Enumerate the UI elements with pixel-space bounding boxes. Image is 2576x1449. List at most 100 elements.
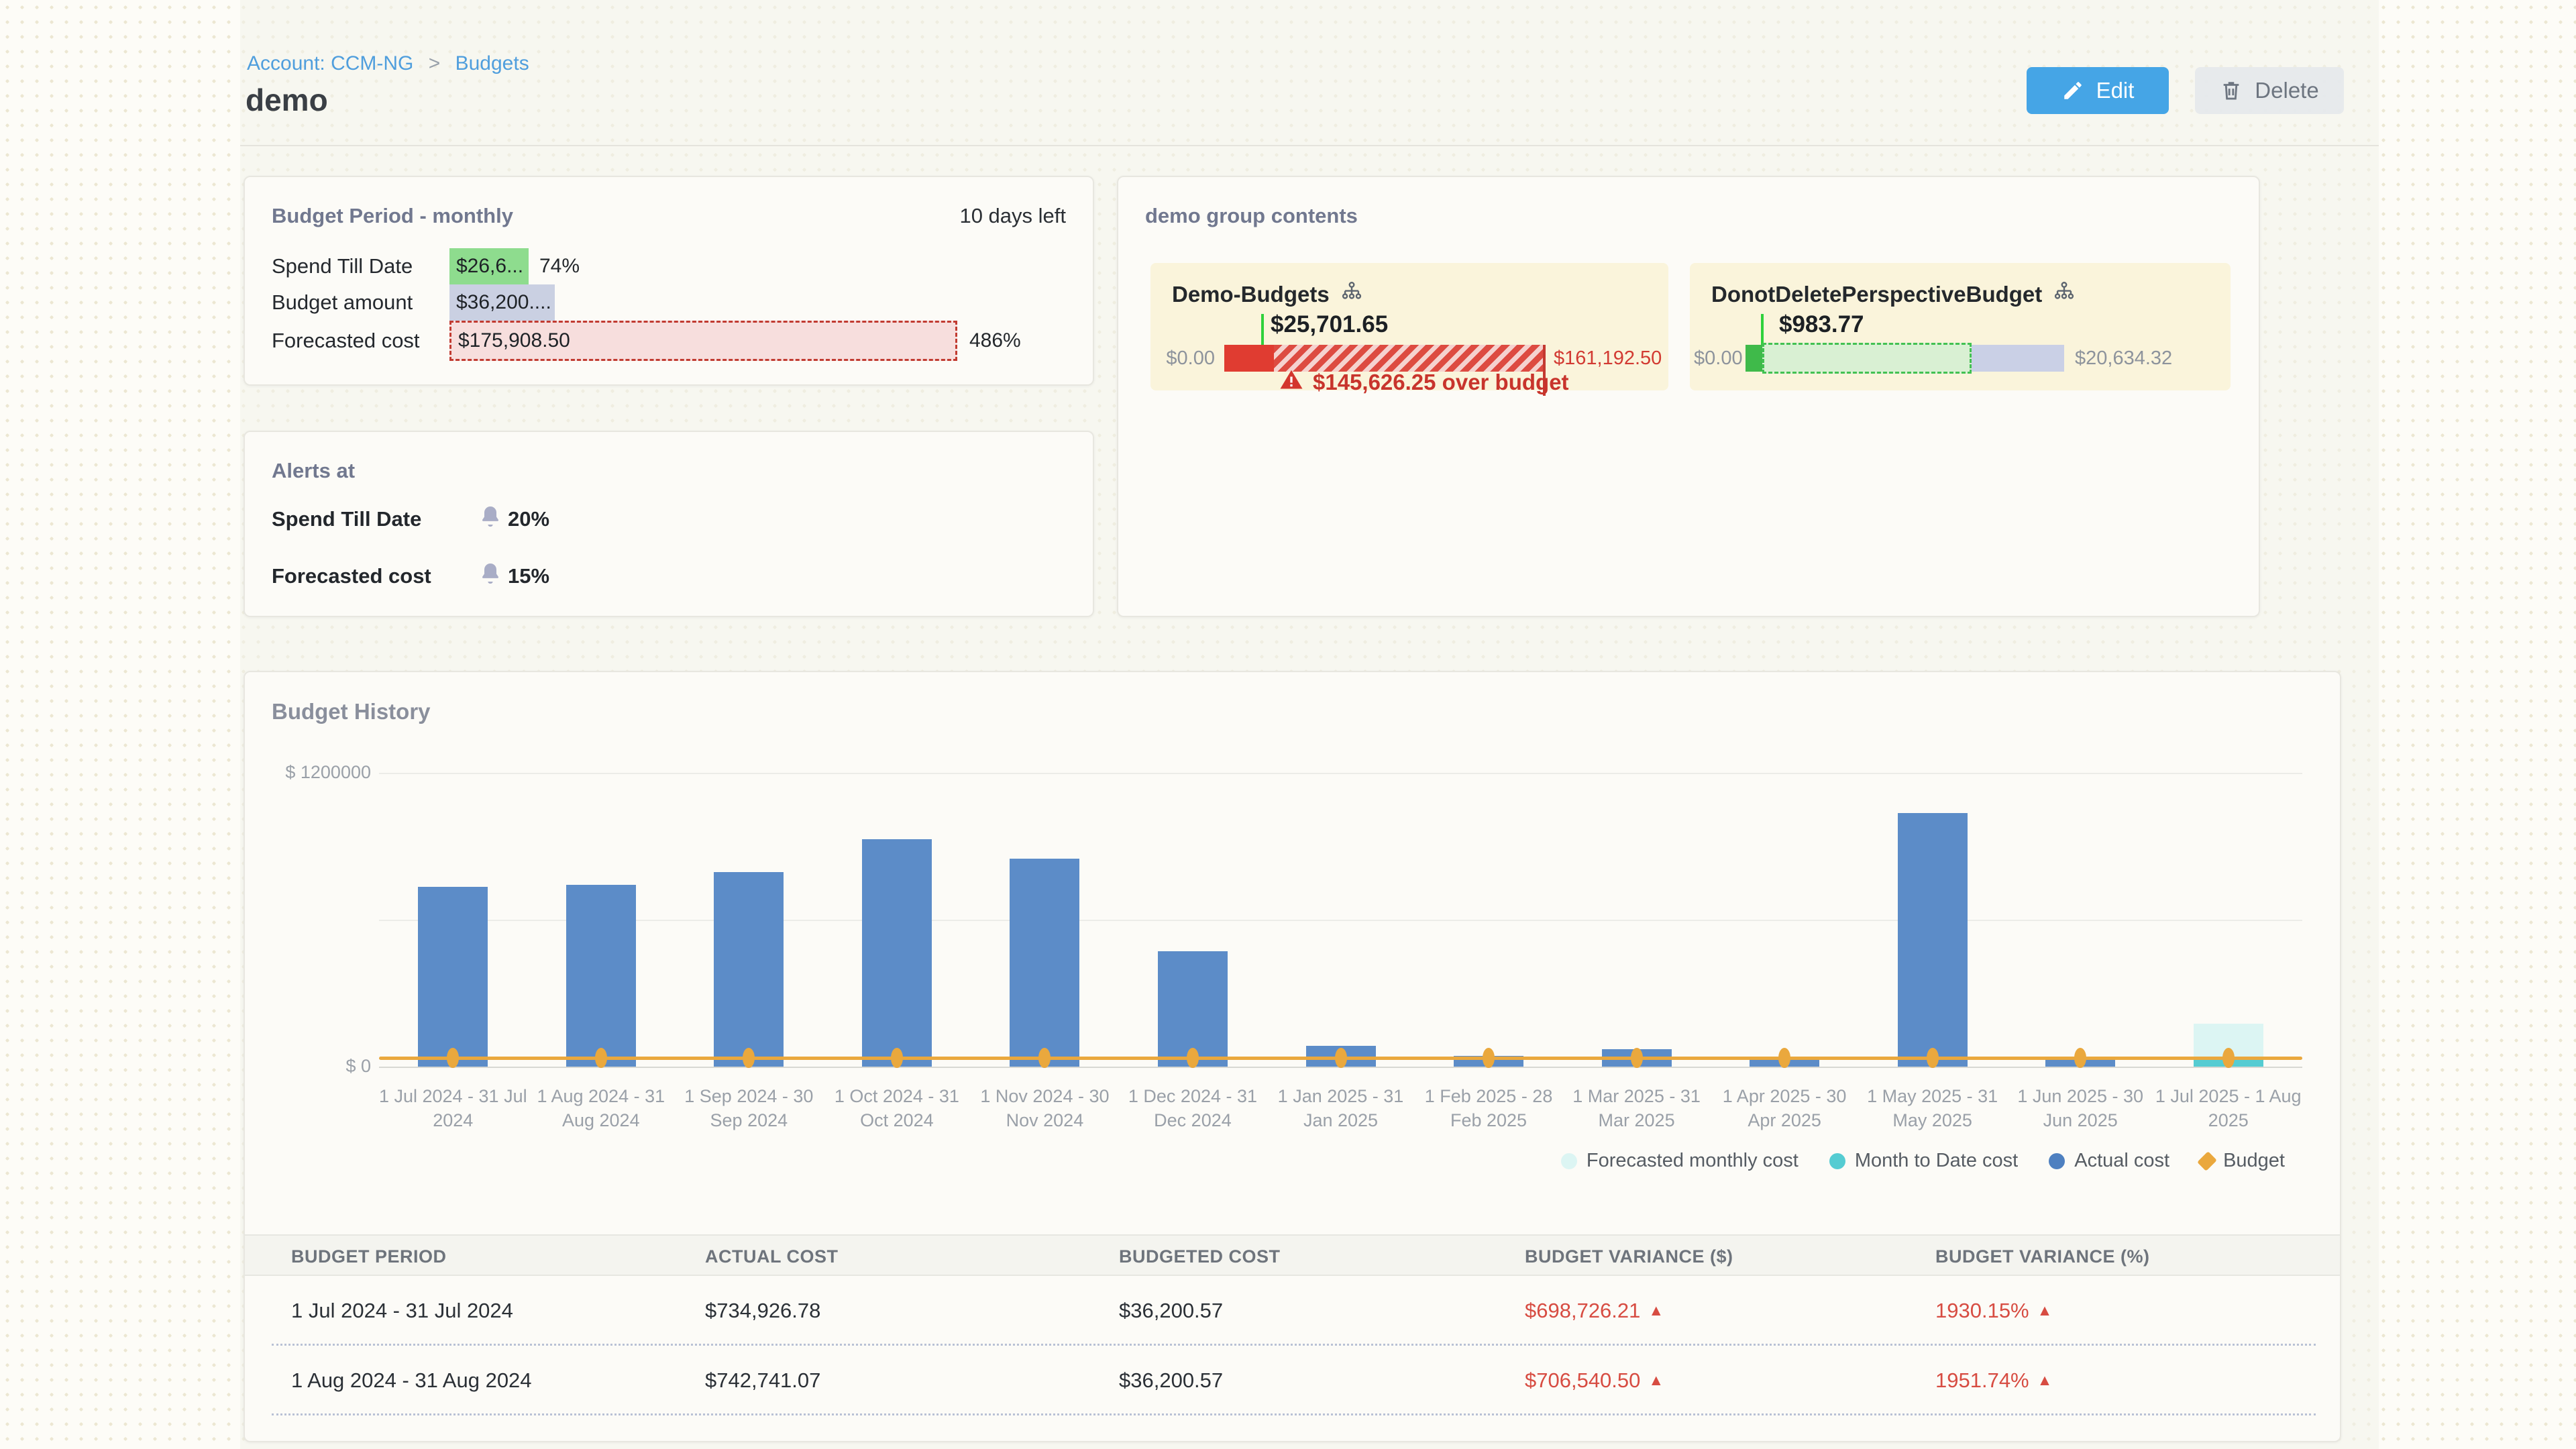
chevron-right-icon: > xyxy=(429,52,441,74)
budget-marker[interactable] xyxy=(1778,1048,1790,1068)
budget-marker[interactable] xyxy=(2222,1048,2235,1068)
table-row: 1 Aug 2024 - 31 Aug 2024$742,741.07$36,2… xyxy=(272,1346,2316,1415)
x-axis-label: 1 Jan 2025 - 31 Jan 2025 xyxy=(1267,1084,1415,1132)
legend-label: Forecasted monthly cost xyxy=(1587,1150,1799,1172)
breadcrumb-account-link[interactable]: Account: CCM-NG xyxy=(247,52,413,74)
header-divider xyxy=(240,145,2379,146)
budget-history-card: Budget History $ 1200000$ 01 Jul 2024 - … xyxy=(244,671,2341,1442)
budget-card-donotdelete[interactable]: DonotDeletePerspectiveBudget $983.77 $0.… xyxy=(1690,263,2231,390)
alerts-card-title: Alerts at xyxy=(272,459,355,483)
actual-cost-bar[interactable] xyxy=(1898,813,1968,1067)
group-contents-card: demo group contents Demo-Budgets $25,701… xyxy=(1117,176,2260,617)
legend-item-budget[interactable]: Budget xyxy=(2200,1150,2285,1172)
spend-till-date-percent: 74% xyxy=(539,248,580,284)
y-axis-tick-label: $ 0 xyxy=(250,1056,371,1077)
legend-dot-icon xyxy=(2049,1153,2065,1169)
budget-marker[interactable] xyxy=(595,1048,607,1068)
delete-button[interactable]: Delete xyxy=(2195,67,2344,114)
forecast-segment xyxy=(1762,343,1972,374)
x-axis-label: 1 Jun 2025 - 30 Jun 2025 xyxy=(2006,1084,2155,1132)
legend-label: Actual cost xyxy=(2074,1150,2169,1172)
org-hierarchy-icon xyxy=(2053,280,2076,309)
bell-icon xyxy=(478,504,502,532)
current-spend-amount: $983.77 xyxy=(1779,311,1864,338)
budget-marker[interactable] xyxy=(1187,1048,1199,1068)
cell-period: 1 Aug 2024 - 31 Aug 2024 xyxy=(291,1346,532,1415)
x-axis-label: 1 Jul 2024 - 31 Jul 2024 xyxy=(378,1084,527,1132)
bar-min-label: $0.00 xyxy=(1164,345,1215,372)
days-left-label: 10 days left xyxy=(959,204,1066,228)
budget-card-demo-budgets[interactable]: Demo-Budgets $25,701.65 $0.00 $161,192.5… xyxy=(1150,263,1668,390)
alert-forecast-value: 15% xyxy=(508,564,549,588)
legend-item-month-to-date-cost[interactable]: Month to Date cost xyxy=(1829,1150,2018,1172)
alert-forecast-label: Forecasted cost xyxy=(272,564,431,588)
budget-marker[interactable] xyxy=(1927,1048,1939,1068)
budget-marker[interactable] xyxy=(1631,1048,1643,1068)
overbudget-alert-text: $145,626.25 over budget xyxy=(1313,370,1569,395)
legend-label: Month to Date cost xyxy=(1855,1150,2018,1172)
gridline xyxy=(379,920,2302,921)
budget-history-chart: $ 1200000$ 01 Jul 2024 - 31 Jul 20241 Au… xyxy=(245,672,2341,1229)
bar-min-label: $0.00 xyxy=(1694,345,1739,372)
variance-up-icon: ▲ xyxy=(2037,1371,2053,1389)
actual-cost-bar[interactable] xyxy=(862,839,932,1067)
budget-marker[interactable] xyxy=(2074,1048,2086,1068)
budgets-page: Account: CCM-NG > Budgets demo Edit Dele… xyxy=(0,0,2576,1449)
x-axis-label: 1 Mar 2025 - 31 Mar 2025 xyxy=(1562,1084,1711,1132)
x-axis-label: 1 Aug 2024 - 31 Aug 2024 xyxy=(527,1084,676,1132)
budget-amount-bar: $36,200.... xyxy=(449,284,555,321)
budget-name: Demo-Budgets xyxy=(1172,282,1330,307)
cell-variance-usd: $706,540.50▲ xyxy=(1525,1346,1664,1417)
column-header-variance-pct: BUDGET VARIANCE (%) xyxy=(1935,1236,2150,1277)
column-header-actual-cost: ACTUAL COST xyxy=(705,1236,839,1277)
cell-actual-cost: $734,926.78 xyxy=(705,1276,820,1346)
cell-actual-cost: $742,741.07 xyxy=(705,1346,820,1415)
actual-cost-bar[interactable] xyxy=(1010,859,1079,1067)
cell-period: 1 Jul 2024 - 31 Jul 2024 xyxy=(291,1276,513,1346)
edit-button-label: Edit xyxy=(2096,78,2135,103)
variance-up-icon: ▲ xyxy=(1648,1301,1664,1319)
x-axis-label: 1 Sep 2024 - 30 Sep 2024 xyxy=(674,1084,823,1132)
column-header-variance-usd: BUDGET VARIANCE ($) xyxy=(1525,1236,1733,1277)
current-spend-amount: $25,701.65 xyxy=(1271,311,1388,338)
actual-cost-bar[interactable] xyxy=(418,887,488,1067)
page-title: demo xyxy=(246,82,328,118)
delete-button-label: Delete xyxy=(2255,78,2318,103)
x-axis-label: 1 May 2025 - 31 May 2025 xyxy=(1858,1084,2007,1132)
x-axis-label: 1 Dec 2024 - 31 Dec 2024 xyxy=(1118,1084,1267,1132)
edit-button[interactable]: Edit xyxy=(2027,67,2169,114)
spent-segment xyxy=(1224,345,1274,372)
cell-variance-usd: $698,726.21▲ xyxy=(1525,1276,1664,1347)
spend-till-date-label: Spend Till Date xyxy=(272,248,413,284)
budget-marker[interactable] xyxy=(1335,1048,1347,1068)
budget-marker[interactable] xyxy=(891,1048,903,1068)
breadcrumb-budgets-link[interactable]: Budgets xyxy=(455,52,529,74)
breadcrumb: Account: CCM-NG > Budgets xyxy=(247,52,529,75)
org-hierarchy-icon xyxy=(1340,280,1363,309)
group-contents-title: demo group contents xyxy=(1145,204,1358,228)
legend-item-actual-cost[interactable]: Actual cost xyxy=(2049,1150,2169,1172)
actual-cost-bar[interactable] xyxy=(566,885,636,1067)
x-axis-label: 1 Oct 2024 - 31 Oct 2024 xyxy=(822,1084,971,1132)
alert-spend-label: Spend Till Date xyxy=(272,507,421,531)
variance-up-icon: ▲ xyxy=(1648,1371,1664,1389)
budget-period-card: Budget Period - monthly 10 days left Spe… xyxy=(244,176,1094,386)
actual-cost-bar[interactable] xyxy=(714,872,784,1067)
x-axis-label: 1 Jul 2025 - 1 Aug 2025 xyxy=(2154,1084,2303,1132)
spend-till-date-bar: $26,6... xyxy=(449,248,529,284)
legend-dot-icon xyxy=(1561,1153,1577,1169)
bell-icon xyxy=(478,561,502,589)
alerts-card: Alerts at Spend Till Date 20% Forecasted… xyxy=(244,431,1094,617)
column-header-budgeted-cost: BUDGETED COST xyxy=(1119,1236,1281,1277)
forecasted-cost-label: Forecasted cost xyxy=(272,323,420,359)
budget-period-card-title: Budget Period - monthly xyxy=(272,204,513,228)
column-header-budget-period: BUDGET PERIOD xyxy=(291,1236,447,1277)
x-axis-label: 1 Nov 2024 - 30 Nov 2024 xyxy=(970,1084,1119,1132)
budget-name: DonotDeletePerspectiveBudget xyxy=(1711,282,2042,307)
cell-variance-pct: 1951.74%▲ xyxy=(1935,1346,2052,1417)
spent-segment xyxy=(1746,345,1762,372)
legend-item-forecasted-monthly-cost[interactable]: Forecasted monthly cost xyxy=(1561,1150,1799,1172)
forecasted-cost-bar: $175,908.50 xyxy=(449,321,957,361)
table-header-row: BUDGET PERIOD ACTUAL COST BUDGETED COST … xyxy=(245,1234,2341,1276)
budget-marker[interactable] xyxy=(1483,1048,1495,1068)
